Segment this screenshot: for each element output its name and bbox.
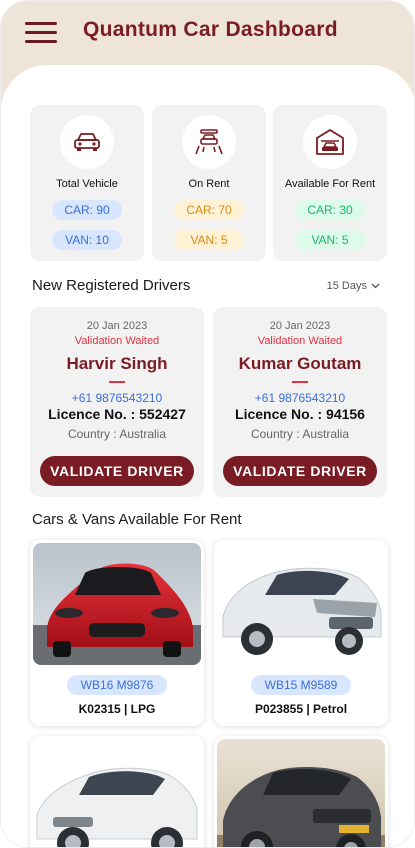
driver-phone[interactable]: +61 9876543210 <box>213 391 387 405</box>
driver-licence: Licence No. : 94156 <box>235 406 365 422</box>
menu-icon[interactable] <box>25 20 57 44</box>
vehicle-photo-red-sports-car <box>33 543 201 665</box>
app-frame: Quantum Car Dashboard Total Vehicle CAR: <box>0 0 415 848</box>
car-icon <box>60 115 114 169</box>
vehicles-section-title: Cars & Vans Available For Rent <box>32 511 242 528</box>
vehicle-card[interactable]: WB16 M9876 K02315 | LPG <box>30 540 204 726</box>
driver-licence: Licence No. : 552427 <box>48 406 186 422</box>
vehicle-photo-white-sedan <box>217 543 385 665</box>
van-count-pill: VAN: 5 <box>174 230 244 250</box>
driver-card: 20 Jan 2023 Validation Waited Kumar Gout… <box>213 307 387 497</box>
car-count-pill: CAR: 70 <box>174 200 244 220</box>
drivers-section-title: New Registered Drivers <box>32 277 191 294</box>
stat-label: Total Vehicle <box>56 178 118 190</box>
driver-registered-date: 20 Jan 2023 <box>269 320 331 332</box>
car-count-pill: CAR: 30 <box>295 200 365 220</box>
vehicle-info: P023855 | Petrol <box>254 702 348 716</box>
chevron-down-icon <box>371 280 380 292</box>
stat-card-total-vehicle[interactable]: Total Vehicle CAR: 90 VAN: 10 <box>30 105 144 261</box>
days-filter-dropdown[interactable]: 15 Days <box>327 280 380 292</box>
stat-label: On Rent <box>188 178 230 190</box>
driver-status: Validation Waited <box>257 335 343 347</box>
vehicle-card[interactable]: WB15 M9589 P023855 | Petrol <box>214 540 388 726</box>
vehicle-plate: WB16 M9876 <box>67 675 167 695</box>
vehicle-card[interactable] <box>214 736 388 847</box>
car-lift-icon <box>182 115 236 169</box>
driver-country: Country : Australia <box>250 427 350 441</box>
name-underline <box>109 381 125 383</box>
driver-phone[interactable]: +61 9876543210 <box>30 391 204 405</box>
app-header: Quantum Car Dashboard <box>1 1 414 63</box>
validate-driver-button[interactable]: VALIDATE DRIVER <box>40 456 194 486</box>
vehicle-info: K02315 | LPG <box>78 702 156 716</box>
name-underline <box>292 381 308 383</box>
driver-registered-date: 20 Jan 2023 <box>86 320 148 332</box>
driver-name: Harvir Singh <box>66 354 168 373</box>
van-count-pill: VAN: 10 <box>52 230 122 250</box>
garage-icon <box>303 115 357 169</box>
stat-label: Available For Rent <box>284 178 376 190</box>
days-filter-label: 15 Days <box>326 280 367 292</box>
car-count-pill: CAR: 90 <box>52 200 122 220</box>
main-content: Total Vehicle CAR: 90 VAN: 10 On Rent CA… <box>1 65 414 847</box>
vehicle-photo-grey-suv <box>217 739 385 847</box>
vehicle-photo-white-compact-sedan <box>33 739 201 847</box>
driver-country: Country : Australia <box>67 427 167 441</box>
stats-row: Total Vehicle CAR: 90 VAN: 10 On Rent CA… <box>30 105 387 261</box>
driver-status: Validation Waited <box>74 335 160 347</box>
stat-card-on-rent[interactable]: On Rent CAR: 70 VAN: 5 <box>152 105 266 261</box>
vehicle-card[interactable] <box>30 736 204 847</box>
driver-card: 20 Jan 2023 Validation Waited Harvir Sin… <box>30 307 204 497</box>
stat-card-available-for-rent[interactable]: Available For Rent CAR: 30 VAN: 5 <box>273 105 387 261</box>
validate-driver-button[interactable]: VALIDATE DRIVER <box>223 456 377 486</box>
van-count-pill: VAN: 5 <box>295 230 365 250</box>
driver-name: Kumar Goutam <box>238 354 362 373</box>
vehicle-plate: WB15 M9589 <box>251 675 351 695</box>
app-title: Quantum Car Dashboard <box>83 18 338 41</box>
